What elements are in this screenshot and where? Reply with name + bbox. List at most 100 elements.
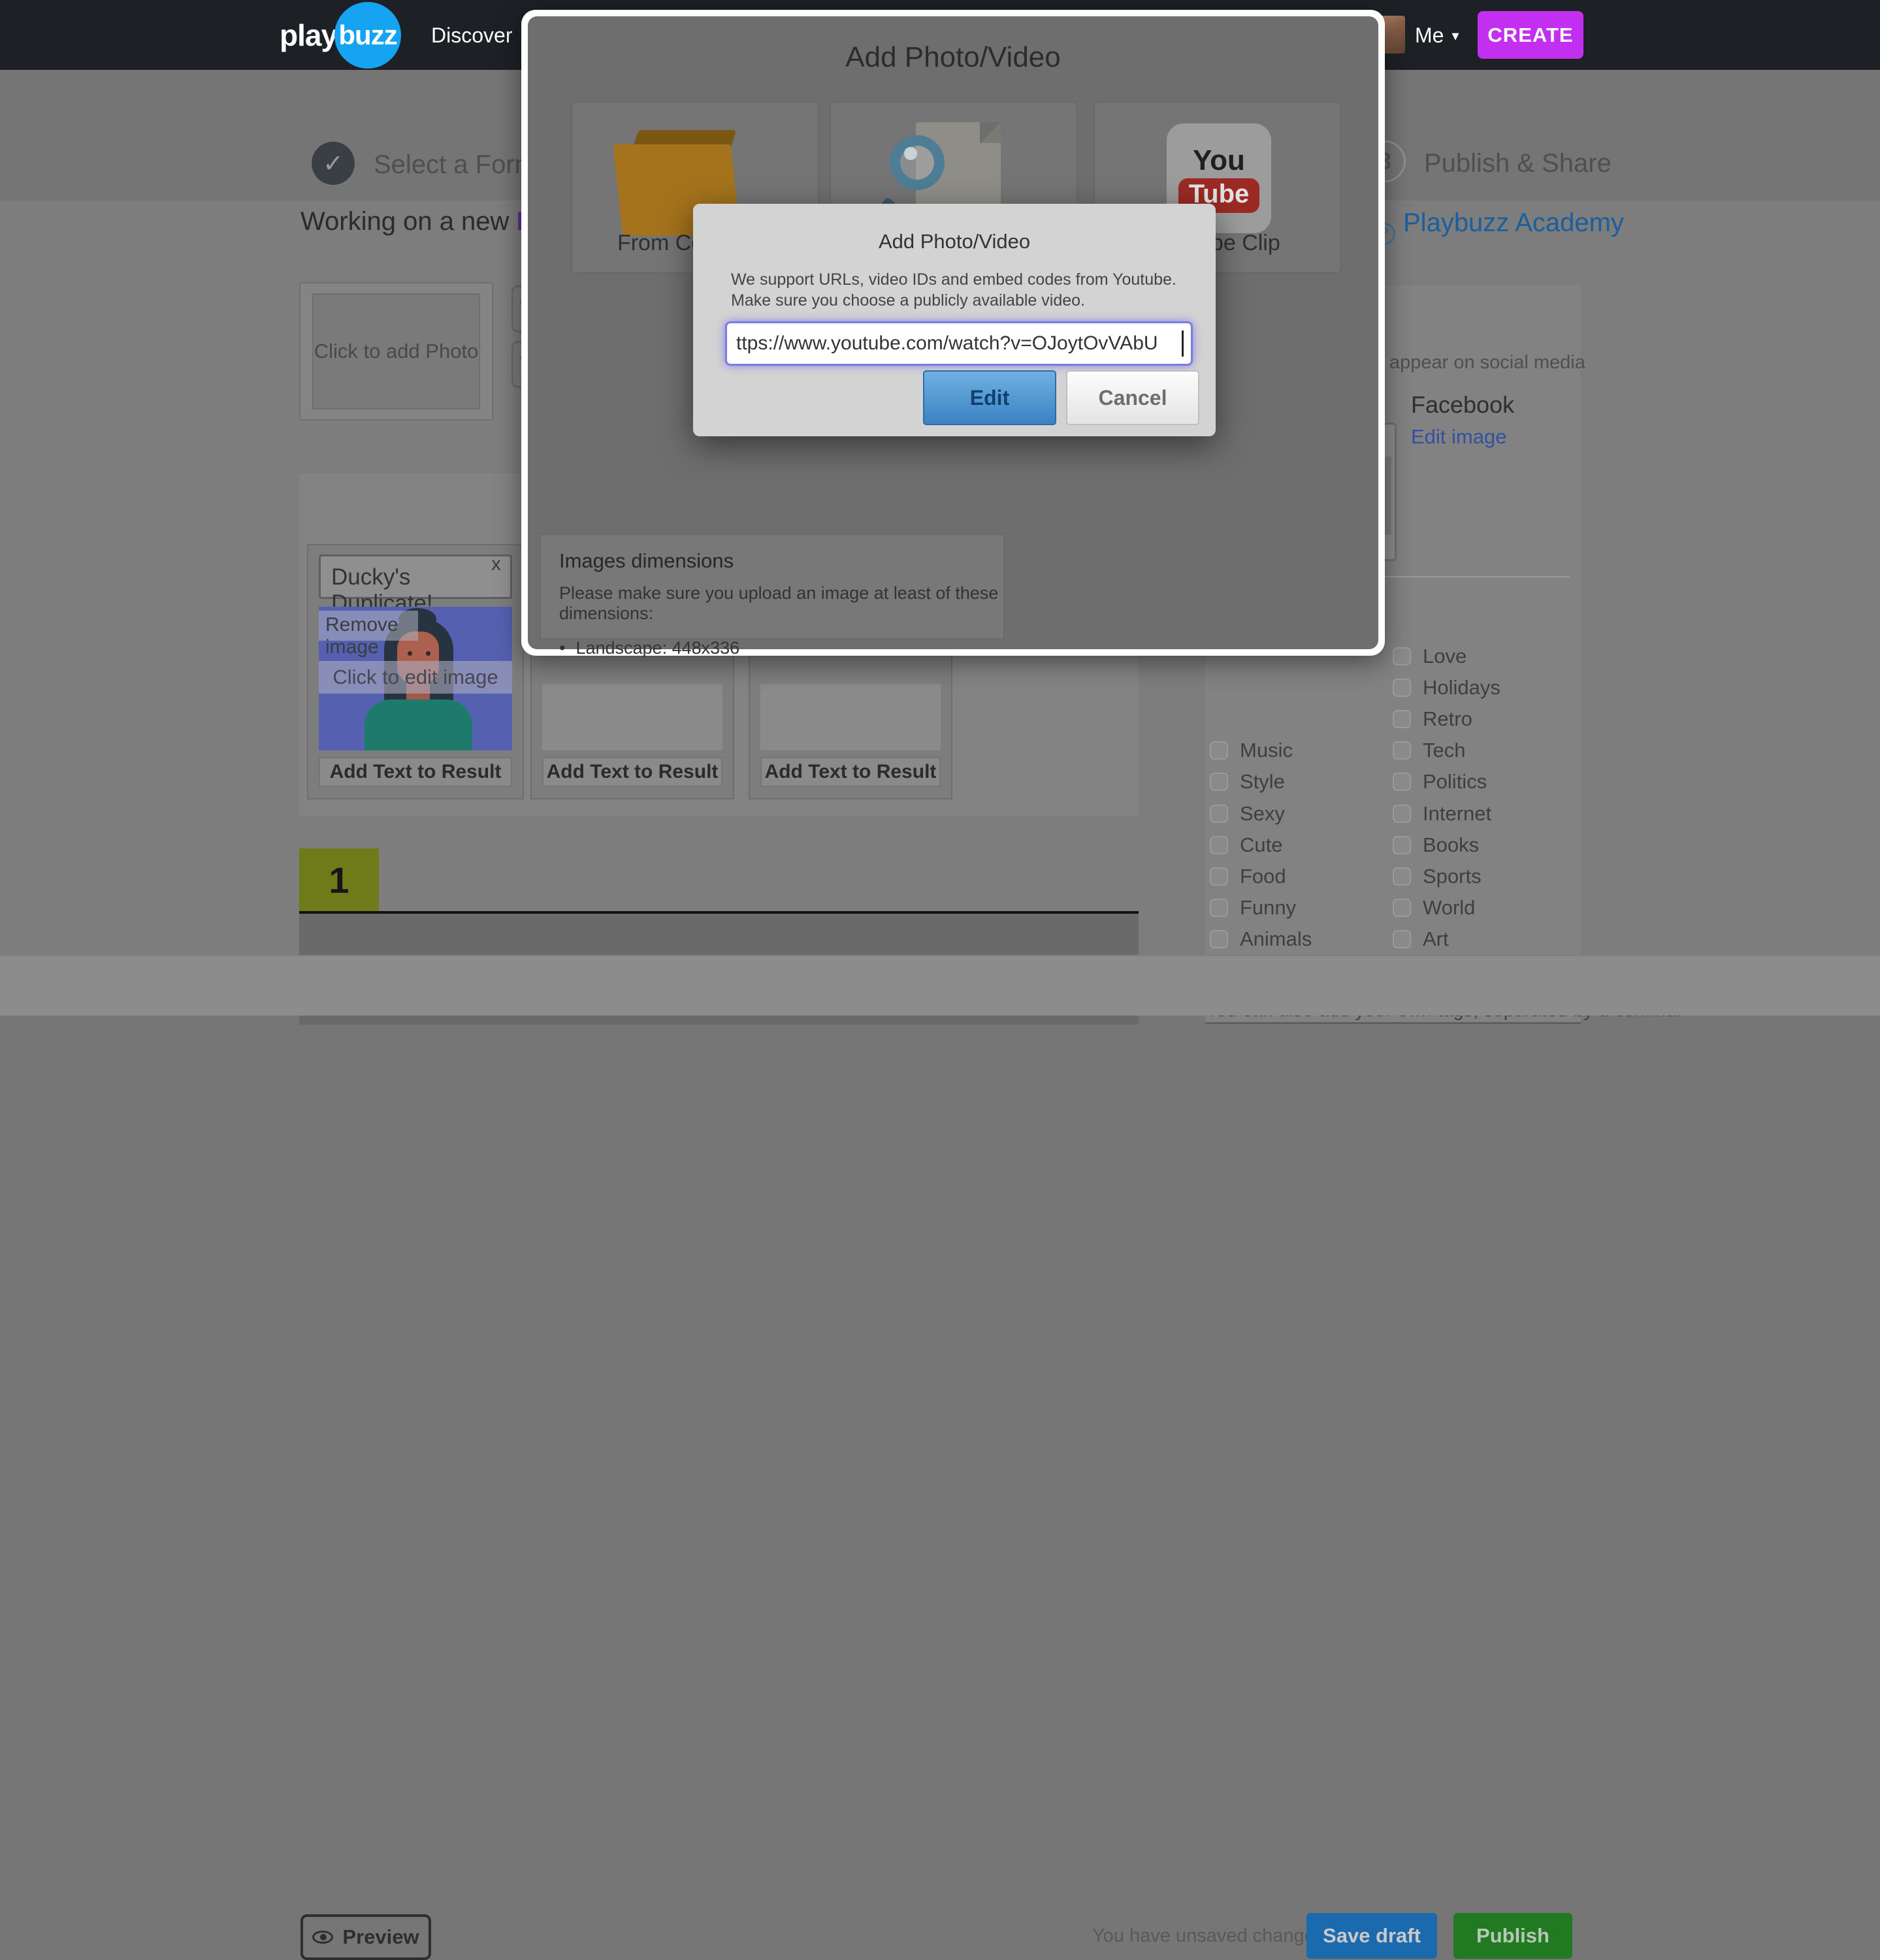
- add-text-to-result-button[interactable]: Add Text to Result: [760, 757, 941, 787]
- question-number-tab[interactable]: 1: [299, 848, 379, 912]
- click-to-edit-image-overlay[interactable]: Click to edit image: [319, 661, 512, 694]
- tag-checkbox-food[interactable]: Food: [1210, 863, 1286, 890]
- close-icon[interactable]: x: [491, 553, 501, 575]
- step3-label: Publish & Share: [1424, 149, 1612, 178]
- tag-label: Sexy: [1240, 802, 1285, 826]
- create-button[interactable]: CREATE: [1478, 11, 1583, 59]
- tag-checkbox-cute[interactable]: Cute: [1210, 832, 1282, 858]
- playbuzz-academy-link[interactable]: Playbuzz Academy: [1403, 208, 1624, 238]
- checkbox-icon[interactable]: [1210, 741, 1228, 760]
- checkbox-icon[interactable]: [1210, 899, 1228, 917]
- tag-checkbox-world[interactable]: World: [1393, 895, 1475, 921]
- tag-label: Love: [1423, 645, 1467, 668]
- tag-label: Cute: [1240, 833, 1282, 857]
- tag-checkbox-tech[interactable]: Tech: [1393, 737, 1465, 763]
- image-search-icon: [980, 122, 1001, 143]
- checkbox-icon[interactable]: [1393, 805, 1411, 823]
- tag-checkbox-books[interactable]: Books: [1393, 832, 1479, 858]
- tag-checkbox-sexy[interactable]: Sexy: [1210, 801, 1285, 827]
- tag-checkbox-music[interactable]: Music: [1210, 737, 1293, 763]
- checkbox-icon[interactable]: [1393, 773, 1411, 791]
- tag-checkbox-funny[interactable]: Funny: [1210, 895, 1296, 921]
- avatar-illustration-shirt: [365, 699, 472, 750]
- checkbox-icon[interactable]: [1393, 836, 1411, 854]
- edit-image-link[interactable]: Edit image: [1411, 425, 1506, 449]
- nav-me-menu[interactable]: Me ▾: [1415, 24, 1459, 48]
- youtube-icon-you: You: [1193, 144, 1245, 177]
- edit-button[interactable]: Edit: [923, 370, 1056, 425]
- checkbox-icon[interactable]: [1393, 741, 1411, 760]
- nav-discover-menu[interactable]: Discover ▾: [431, 24, 529, 48]
- tag-checkbox-art[interactable]: Art: [1393, 926, 1449, 952]
- checkbox-icon[interactable]: [1393, 930, 1411, 948]
- tag-label: Animals: [1240, 927, 1312, 951]
- tag-label: Retro: [1423, 707, 1472, 731]
- playbuzz-logo[interactable]: play buzz: [280, 0, 401, 70]
- result-image-placeholder[interactable]: [760, 684, 941, 750]
- remove-image-button[interactable]: Remove image: [319, 611, 418, 641]
- preview-label: Preview: [342, 1925, 419, 1949]
- checkbox-icon[interactable]: [1393, 867, 1411, 886]
- working-prefix: Working on a new: [300, 207, 517, 236]
- tag-checkbox-retro[interactable]: Retro: [1393, 706, 1472, 732]
- dimensions-note-body: Please make sure you upload an image at …: [559, 583, 1003, 624]
- tag-label: Style: [1240, 770, 1285, 794]
- tag-checkbox-style[interactable]: Style: [1210, 769, 1285, 795]
- checkbox-icon[interactable]: [1210, 805, 1228, 823]
- dialog-help-line1: We support URLs, video IDs and embed cod…: [731, 270, 1176, 289]
- publish-button[interactable]: Publish: [1453, 1913, 1572, 1959]
- tag-label: World: [1423, 896, 1475, 920]
- checkbox-icon[interactable]: [1210, 867, 1228, 886]
- tag-checkbox-politics[interactable]: Politics: [1393, 769, 1487, 795]
- tag-checkbox-sports[interactable]: Sports: [1393, 863, 1482, 890]
- tag-label: Politics: [1423, 770, 1487, 794]
- logo-play-text: play: [280, 18, 337, 53]
- tag-label: Internet: [1423, 802, 1491, 826]
- tag-label: Sports: [1423, 865, 1482, 888]
- dimensions-note-bullet: Landscape: 448x336: [559, 638, 1003, 658]
- logo-circle: buzz: [334, 2, 401, 69]
- save-draft-button[interactable]: Save draft: [1306, 1913, 1437, 1959]
- magnifier-glint: [904, 147, 917, 160]
- dialog-help-line2: Make sure you choose a publicly availabl…: [731, 291, 1085, 310]
- add-text-to-result-button[interactable]: Add Text to Result: [542, 757, 722, 787]
- preview-button[interactable]: Preview: [300, 1914, 431, 1960]
- tag-checkbox-animals[interactable]: Animals: [1210, 926, 1312, 952]
- image-dimensions-note: Images dimensions Please make sure you u…: [540, 534, 1005, 639]
- chevron-down-icon: ▾: [1451, 27, 1459, 44]
- avatar-illustration-eye: [426, 651, 430, 656]
- checkbox-icon[interactable]: [1210, 836, 1228, 854]
- checkbox-icon[interactable]: [1210, 930, 1228, 948]
- text-cursor: [1182, 330, 1184, 357]
- working-on-title: Working on a new Per: [300, 207, 559, 236]
- youtube-url-input[interactable]: [725, 321, 1193, 366]
- eye-icon: [312, 1931, 333, 1944]
- tag-label: Holidays: [1423, 676, 1500, 699]
- add-text-to-result-button[interactable]: Add Text to Result: [319, 757, 512, 787]
- magnifier-icon: [890, 135, 945, 190]
- own-tags-input-edge: [1205, 1022, 1581, 1024]
- me-label: Me: [1415, 24, 1444, 48]
- checkbox-icon[interactable]: [1393, 647, 1411, 666]
- checkbox-icon[interactable]: [1210, 773, 1228, 791]
- tag-checkbox-holidays[interactable]: Holidays: [1393, 675, 1500, 701]
- result-title-input[interactable]: Ducky's Duplicate!: [319, 554, 512, 599]
- result-image-placeholder[interactable]: [542, 684, 722, 750]
- tag-checkbox-internet[interactable]: Internet: [1393, 801, 1491, 827]
- tag-label: Food: [1240, 865, 1286, 888]
- unsaved-changes-text: You have unsaved changes!: [1092, 1925, 1288, 1947]
- tag-checkbox-love[interactable]: Love: [1393, 643, 1467, 669]
- checkbox-icon[interactable]: [1393, 710, 1411, 728]
- cancel-button[interactable]: Cancel: [1066, 370, 1199, 425]
- checkbox-icon[interactable]: [1393, 679, 1411, 697]
- tag-label: Music: [1240, 739, 1293, 762]
- step1-check-icon: ✓: [312, 142, 355, 185]
- facebook-heading: Facebook: [1411, 391, 1514, 419]
- tag-label: Funny: [1240, 896, 1296, 920]
- checkbox-icon[interactable]: [1393, 899, 1411, 917]
- tag-label: Tech: [1423, 739, 1465, 762]
- modal-title: Add Photo/Video: [528, 41, 1378, 74]
- avatar-illustration-eye: [408, 651, 412, 656]
- add-photo-dropzone[interactable]: Click to add Photo: [312, 293, 480, 410]
- logo-buzz-text: buzz: [338, 20, 397, 51]
